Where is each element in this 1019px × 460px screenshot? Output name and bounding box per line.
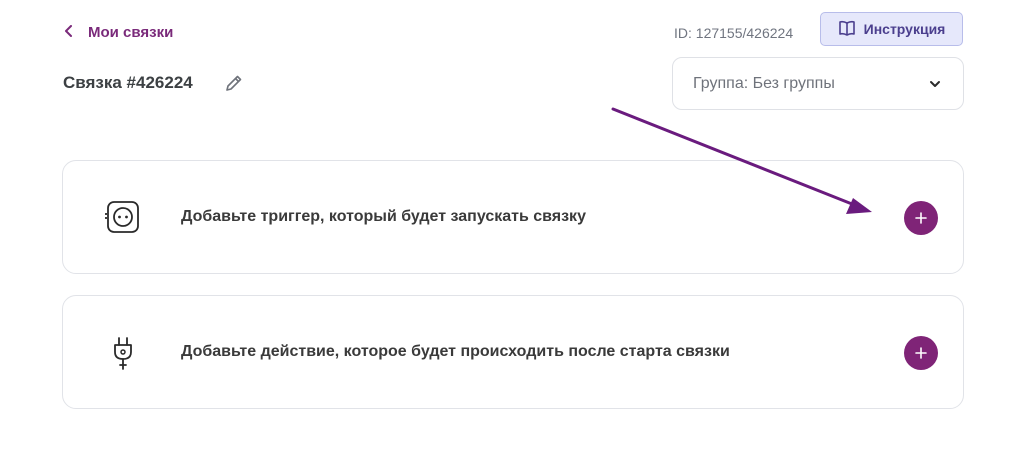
group-select-value: Группа: Без группы xyxy=(693,74,835,92)
add-trigger-button[interactable] xyxy=(904,201,938,235)
back-link-label: Мои связки xyxy=(88,24,174,41)
action-card-text: Добавьте действие, которое будет происхо… xyxy=(181,343,730,360)
edit-title-button[interactable] xyxy=(223,72,245,94)
page-title: Связка #426224 xyxy=(63,73,193,92)
chevron-down-icon xyxy=(929,75,941,93)
instruction-label: Инструкция xyxy=(863,21,946,37)
book-icon xyxy=(838,20,856,39)
page-title-row: Связка #426224 xyxy=(63,72,245,94)
trigger-card-text: Добавьте триггер, который будет запускат… xyxy=(181,208,586,225)
socket-icon xyxy=(105,200,141,236)
plus-icon xyxy=(915,347,927,359)
plus-icon xyxy=(915,212,927,224)
trigger-card: Добавьте триггер, который будет запускат… xyxy=(62,160,964,274)
action-card: Добавьте действие, которое будет происхо… xyxy=(62,295,964,409)
back-link-my-bundles[interactable]: Мои связки xyxy=(64,24,173,41)
add-action-button[interactable] xyxy=(904,336,938,370)
group-select[interactable]: Группа: Без группы xyxy=(672,57,964,110)
instruction-button[interactable]: Инструкция xyxy=(820,12,963,46)
bundle-id-label: ID: 127155/426224 xyxy=(674,25,794,41)
pencil-icon xyxy=(225,75,242,91)
plug-icon xyxy=(105,335,141,371)
chevron-left-icon xyxy=(64,24,74,41)
